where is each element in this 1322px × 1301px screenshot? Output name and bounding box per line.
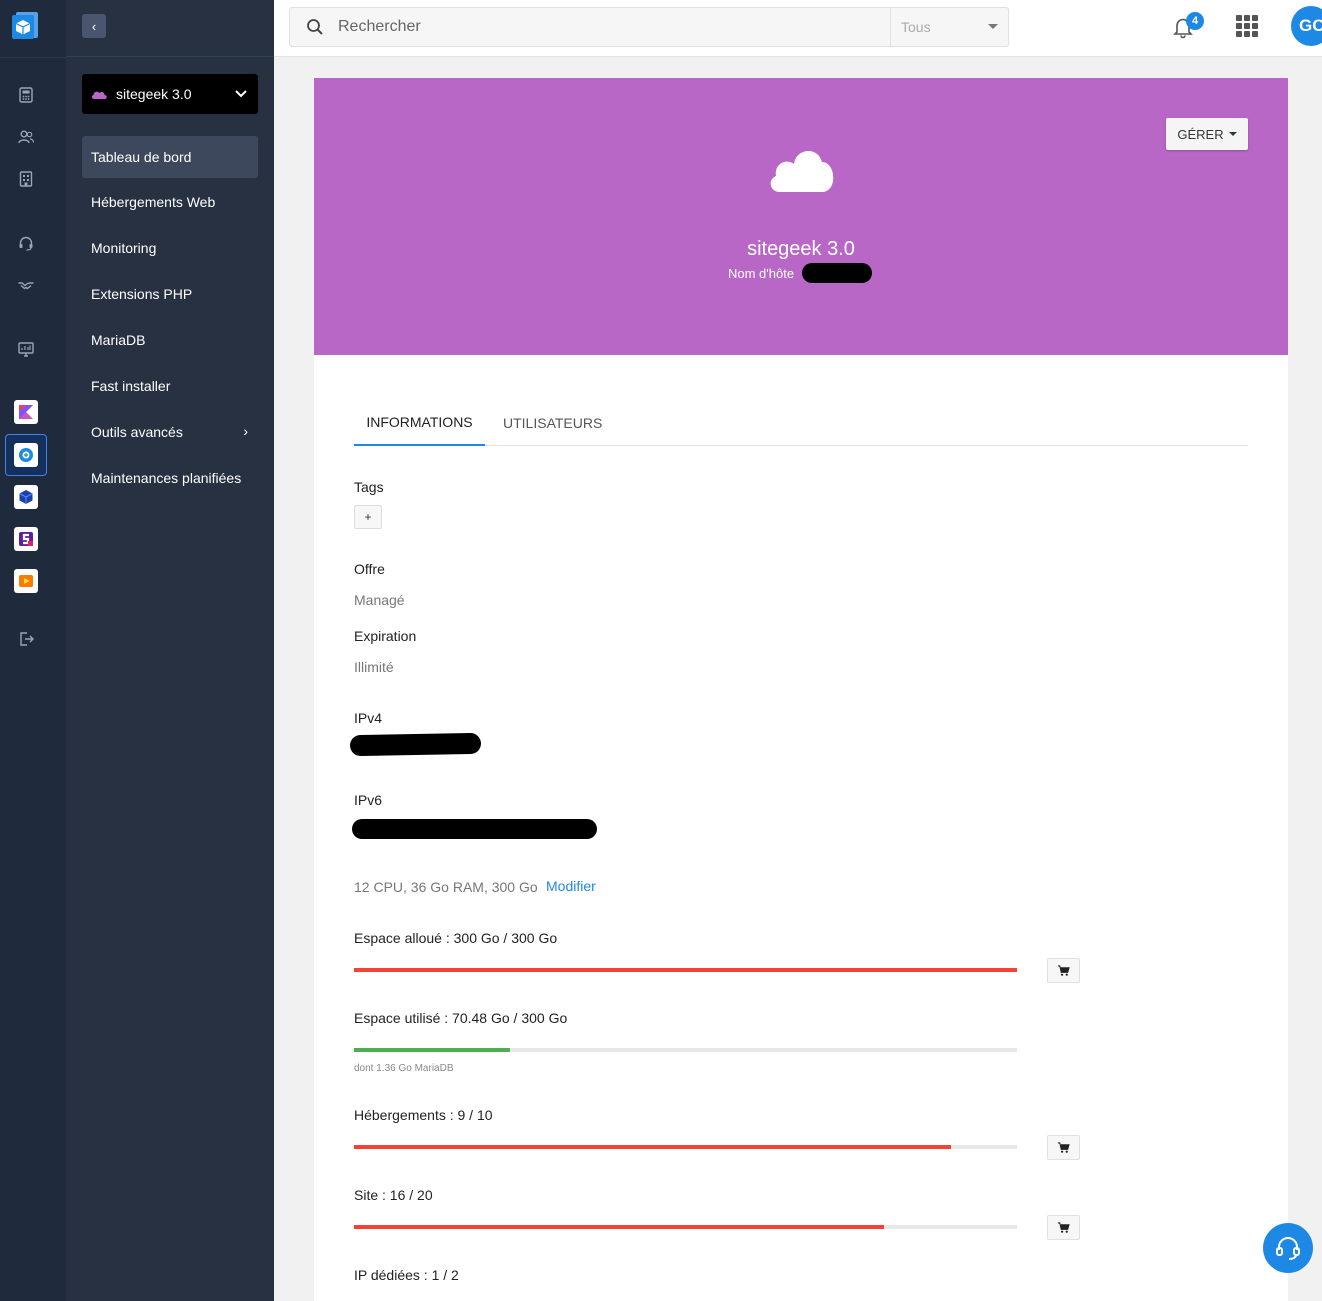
cart-icon (1057, 965, 1070, 976)
rail-divider (0, 57, 66, 58)
resources-value: 12 CPU, 36 Go RAM, 300 Go (354, 879, 538, 895)
notification-badge: 4 (1186, 12, 1204, 30)
quota-sites-fill (354, 1225, 885, 1229)
top-bar: Tous 4 GC (274, 0, 1322, 57)
sidebar-item-advanced-tools[interactable]: Outils avancés › (82, 411, 258, 453)
expiration-value: Illimité (354, 659, 394, 675)
offer-label: Offre (354, 561, 385, 577)
search-scope-select[interactable]: Tous (890, 8, 1008, 46)
handshake-icon[interactable] (16, 275, 36, 295)
logout-icon[interactable] (16, 629, 36, 649)
sidebar-item-monitoring[interactable]: Monitoring (82, 227, 258, 269)
app-logo-icon[interactable] (10, 9, 42, 41)
users-icon[interactable] (16, 127, 36, 147)
hosting-title: sitegeek 3.0 (747, 238, 855, 260)
support-chat-button[interactable] (1263, 1223, 1313, 1273)
manage-dropdown-button[interactable]: GÉRER (1166, 118, 1248, 150)
quota-allocated-label: Espace alloué : 300 Go / 300 Go (354, 930, 558, 946)
quota-hostings-bar (354, 1145, 1017, 1149)
avatar[interactable]: GC (1291, 6, 1322, 46)
sidebar-item-mariadb[interactable]: MariaDB (82, 319, 258, 361)
search-box: Tous (289, 7, 1009, 47)
quota-used-label: Espace utilisé : 70.48 Go / 300 Go (354, 1010, 568, 1026)
modify-resources-link[interactable]: Modifier (546, 878, 596, 894)
monitor-chart-icon[interactable] (16, 339, 36, 359)
hosting-card: GÉRER sitegeek 3.0 Nom d'hôte INFORMATIO… (314, 78, 1288, 1301)
chevron-right-icon: › (243, 423, 248, 439)
hosting-app-icon[interactable] (14, 443, 38, 467)
site-selector-label: sitegeek 3.0 (116, 86, 192, 102)
redacted-hostname (802, 263, 872, 283)
quota-dedicated-ip-label: IP dédiées : 1 / 2 (354, 1267, 459, 1283)
caret-down-icon (1228, 132, 1237, 136)
headset-icon[interactable] (16, 233, 36, 253)
expiration-label: Expiration (354, 628, 417, 644)
secondary-sidebar: ‹ sitegeek 3.0 Tableau de bord Hébergeme… (66, 0, 274, 1301)
buy-storage-button[interactable] (1047, 958, 1080, 983)
quota-used-fill (354, 1048, 510, 1052)
search-icon (307, 19, 323, 35)
sidebar-item-web-hosting[interactable]: Hébergements Web (82, 181, 258, 223)
sidebar-header: ‹ (66, 0, 274, 57)
quota-hostings-label: Hébergements : 9 / 10 (354, 1107, 493, 1123)
offer-value: Managé (354, 592, 405, 608)
mariadb-usage-note: dont 1.36 Go MariaDB (354, 1063, 454, 1074)
cart-icon (1057, 1142, 1070, 1153)
quota-allocated-bar (354, 968, 1017, 972)
tab-informations[interactable]: INFORMATIONS (354, 400, 485, 446)
cart-icon (1057, 1222, 1070, 1233)
chevron-down-icon (235, 90, 247, 98)
redacted-ipv4 (349, 732, 482, 757)
kotlin-app-icon[interactable] (14, 400, 38, 424)
cloud-icon (91, 91, 107, 99)
tab-utilisateurs[interactable]: UTILISATEURS (503, 400, 602, 446)
sidebar-item-dashboard[interactable]: Tableau de bord (82, 136, 258, 178)
redacted-ipv6 (352, 819, 597, 839)
s-app-icon[interactable] (14, 527, 38, 551)
building-icon[interactable] (16, 169, 36, 189)
caret-down-icon (988, 24, 998, 29)
add-tag-button[interactable]: + (354, 505, 382, 529)
media-app-icon[interactable] (14, 569, 38, 593)
search-input[interactable] (338, 15, 878, 39)
sidebar-item-php-extensions[interactable]: Extensions PHP (82, 273, 258, 315)
hostname-label: Nom d'hôte (728, 266, 795, 281)
buy-sites-button[interactable] (1047, 1215, 1080, 1240)
tab-bar: INFORMATIONS UTILISATEURS (354, 400, 1248, 446)
quota-used-bar (354, 1048, 1017, 1052)
search-scope-value: Tous (901, 19, 931, 35)
site-selector[interactable]: sitegeek 3.0 (82, 74, 258, 114)
ipv4-label: IPv4 (354, 710, 383, 726)
sidebar-item-scheduled-maintenance[interactable]: Maintenances planifiées (82, 457, 258, 499)
hero-banner: GÉRER sitegeek 3.0 Nom d'hôte (314, 78, 1288, 355)
buy-hostings-button[interactable] (1047, 1135, 1080, 1160)
quota-hostings-fill (354, 1145, 951, 1149)
cloud-icon (770, 150, 834, 192)
sidebar-item-fast-installer[interactable]: Fast installer (82, 365, 258, 407)
ipv6-label: IPv6 (354, 792, 383, 808)
cube-app-icon[interactable] (14, 485, 38, 509)
quota-sites-label: Site : 16 / 20 (354, 1187, 433, 1203)
headset-icon (1276, 1237, 1300, 1260)
quota-sites-bar (354, 1225, 1017, 1229)
apps-grid-icon[interactable] (1236, 15, 1258, 37)
icon-rail (0, 0, 66, 1301)
tags-label: Tags (354, 479, 384, 495)
chevron-left-icon: ‹ (91, 18, 97, 34)
collapse-sidebar-button[interactable]: ‹ (82, 14, 106, 38)
calculator-icon[interactable] (16, 85, 36, 105)
quota-allocated-fill (354, 968, 1017, 972)
